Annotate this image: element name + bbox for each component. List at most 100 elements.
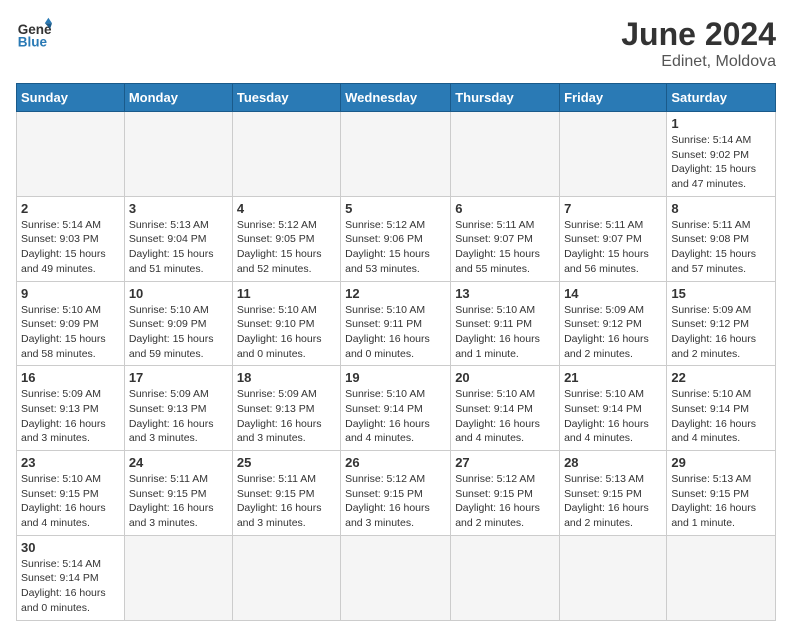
page-header: General Blue June 2024 Edinet, Moldova <box>16 16 776 71</box>
calendar-week-row: 23 Sunrise: 5:10 AMSunset: 9:15 PMDayligh… <box>17 451 776 536</box>
day-info: Sunrise: 5:11 AMSunset: 9:15 PMDaylight:… <box>129 472 228 531</box>
day-info: Sunrise: 5:13 AMSunset: 9:15 PMDaylight:… <box>671 472 771 531</box>
calendar-day-cell: 10 Sunrise: 5:10 AMSunset: 9:09 PMDayligh… <box>124 281 232 366</box>
day-info: Sunrise: 5:13 AMSunset: 9:15 PMDaylight:… <box>564 472 662 531</box>
day-number: 6 <box>455 201 555 216</box>
calendar-day-cell: 26Sunrise: 5:12 AMSunset: 9:15 PMDayligh… <box>341 451 451 536</box>
day-of-week-header: Friday <box>560 84 667 112</box>
calendar-day-cell: 18 Sunrise: 5:09 AMSunset: 9:13 PMDayligh… <box>232 366 340 451</box>
day-info: Sunrise: 5:10 AMSunset: 9:11 PMDaylight:… <box>345 303 446 362</box>
calendar-day-cell <box>560 112 667 197</box>
calendar-day-cell: 5 Sunrise: 5:12 AMSunset: 9:06 PMDaylight… <box>341 196 451 281</box>
day-info: Sunrise: 5:09 AMSunset: 9:13 PMDaylight:… <box>21 387 120 446</box>
day-number: 28 <box>564 455 662 470</box>
day-info: Sunrise: 5:14 AMSunset: 9:03 PMDaylight:… <box>21 218 120 277</box>
calendar-day-cell: 3 Sunrise: 5:13 AMSunset: 9:04 PMDaylight… <box>124 196 232 281</box>
day-number: 18 <box>237 370 336 385</box>
day-number: 24 <box>129 455 228 470</box>
day-number: 1 <box>671 116 771 131</box>
calendar-day-cell <box>341 112 451 197</box>
calendar-day-cell: 23 Sunrise: 5:10 AMSunset: 9:15 PMDayligh… <box>17 451 125 536</box>
day-info: Sunrise: 5:11 AMSunset: 9:07 PMDaylight:… <box>455 218 555 277</box>
calendar-header-row: SundayMondayTuesdayWednesdayThursdayFrid… <box>17 84 776 112</box>
day-info: Sunrise: 5:10 AMSunset: 9:14 PMDaylight:… <box>345 387 446 446</box>
calendar-day-cell: 13 Sunrise: 5:10 AMSunset: 9:11 PMDayligh… <box>451 281 560 366</box>
calendar-day-cell: 19 Sunrise: 5:10 AMSunset: 9:14 PMDayligh… <box>341 366 451 451</box>
day-info: Sunrise: 5:13 AMSunset: 9:04 PMDaylight:… <box>129 218 228 277</box>
calendar-day-cell <box>17 112 125 197</box>
day-number: 22 <box>671 370 771 385</box>
day-info: Sunrise: 5:10 AMSunset: 9:14 PMDaylight:… <box>564 387 662 446</box>
day-number: 23 <box>21 455 120 470</box>
day-info: Sunrise: 5:10 AMSunset: 9:10 PMDaylight:… <box>237 303 336 362</box>
day-number: 19 <box>345 370 446 385</box>
day-info: Sunrise: 5:10 AMSunset: 9:11 PMDaylight:… <box>455 303 555 362</box>
title-block: June 2024 Edinet, Moldova <box>621 16 776 71</box>
calendar-day-cell: 29 Sunrise: 5:13 AMSunset: 9:15 PMDayligh… <box>667 451 776 536</box>
calendar-day-cell: 16 Sunrise: 5:09 AMSunset: 9:13 PMDayligh… <box>17 366 125 451</box>
day-number: 13 <box>455 286 555 301</box>
calendar-day-cell <box>124 112 232 197</box>
day-number: 7 <box>564 201 662 216</box>
day-number: 4 <box>237 201 336 216</box>
calendar-day-cell: 21Sunrise: 5:10 AMSunset: 9:14 PMDayligh… <box>560 366 667 451</box>
calendar-week-row: 2Sunrise: 5:14 AMSunset: 9:03 PMDaylight… <box>17 196 776 281</box>
day-number: 25 <box>237 455 336 470</box>
day-number: 16 <box>21 370 120 385</box>
calendar-day-cell: 8 Sunrise: 5:11 AMSunset: 9:08 PMDaylight… <box>667 196 776 281</box>
calendar-week-row: 16 Sunrise: 5:09 AMSunset: 9:13 PMDayligh… <box>17 366 776 451</box>
day-info: Sunrise: 5:09 AMSunset: 9:12 PMDaylight:… <box>564 303 662 362</box>
calendar-day-cell: 1 Sunrise: 5:14 AMSunset: 9:02 PMDaylight… <box>667 112 776 197</box>
day-number: 15 <box>671 286 771 301</box>
calendar-day-cell: 30Sunrise: 5:14 AMSunset: 9:14 PMDayligh… <box>17 535 125 620</box>
day-number: 27 <box>455 455 555 470</box>
day-info: Sunrise: 5:14 AMSunset: 9:02 PMDaylight:… <box>671 133 771 192</box>
calendar-day-cell: 17Sunrise: 5:09 AMSunset: 9:13 PMDayligh… <box>124 366 232 451</box>
calendar-day-cell <box>451 112 560 197</box>
calendar-day-cell: 12 Sunrise: 5:10 AMSunset: 9:11 PMDayligh… <box>341 281 451 366</box>
calendar-day-cell <box>667 535 776 620</box>
calendar-day-cell <box>232 112 340 197</box>
calendar-day-cell: 24 Sunrise: 5:11 AMSunset: 9:15 PMDayligh… <box>124 451 232 536</box>
calendar-week-row: 30Sunrise: 5:14 AMSunset: 9:14 PMDayligh… <box>17 535 776 620</box>
day-info: Sunrise: 5:10 AMSunset: 9:09 PMDaylight:… <box>21 303 120 362</box>
calendar-table: SundayMondayTuesdayWednesdayThursdayFrid… <box>16 83 776 621</box>
logo-icon: General Blue <box>16 16 52 52</box>
month-title: June 2024 <box>621 16 776 53</box>
day-number: 5 <box>345 201 446 216</box>
day-number: 12 <box>345 286 446 301</box>
calendar-week-row: 9 Sunrise: 5:10 AMSunset: 9:09 PMDaylight… <box>17 281 776 366</box>
day-info: Sunrise: 5:09 AMSunset: 9:13 PMDaylight:… <box>129 387 228 446</box>
day-of-week-header: Tuesday <box>232 84 340 112</box>
day-info: Sunrise: 5:12 AMSunset: 9:15 PMDaylight:… <box>345 472 446 531</box>
day-info: Sunrise: 5:11 AMSunset: 9:07 PMDaylight:… <box>564 218 662 277</box>
day-of-week-header: Thursday <box>451 84 560 112</box>
calendar-day-cell: 9 Sunrise: 5:10 AMSunset: 9:09 PMDaylight… <box>17 281 125 366</box>
calendar-day-cell <box>341 535 451 620</box>
day-info: Sunrise: 5:12 AMSunset: 9:05 PMDaylight:… <box>237 218 336 277</box>
day-of-week-header: Monday <box>124 84 232 112</box>
calendar-day-cell <box>451 535 560 620</box>
day-of-week-header: Saturday <box>667 84 776 112</box>
day-info: Sunrise: 5:14 AMSunset: 9:14 PMDaylight:… <box>21 557 120 616</box>
day-number: 10 <box>129 286 228 301</box>
calendar-day-cell: 2Sunrise: 5:14 AMSunset: 9:03 PMDaylight… <box>17 196 125 281</box>
day-number: 9 <box>21 286 120 301</box>
day-info: Sunrise: 5:10 AMSunset: 9:09 PMDaylight:… <box>129 303 228 362</box>
day-info: Sunrise: 5:10 AMSunset: 9:15 PMDaylight:… <box>21 472 120 531</box>
day-info: Sunrise: 5:10 AMSunset: 9:14 PMDaylight:… <box>455 387 555 446</box>
day-info: Sunrise: 5:12 AMSunset: 9:06 PMDaylight:… <box>345 218 446 277</box>
calendar-day-cell: 22Sunrise: 5:10 AMSunset: 9:14 PMDayligh… <box>667 366 776 451</box>
calendar-day-cell <box>232 535 340 620</box>
calendar-day-cell <box>124 535 232 620</box>
day-number: 29 <box>671 455 771 470</box>
day-number: 14 <box>564 286 662 301</box>
calendar-day-cell: 7 Sunrise: 5:11 AMSunset: 9:07 PMDaylight… <box>560 196 667 281</box>
svg-text:Blue: Blue <box>18 35 48 50</box>
day-number: 8 <box>671 201 771 216</box>
calendar-day-cell <box>560 535 667 620</box>
day-number: 3 <box>129 201 228 216</box>
day-info: Sunrise: 5:11 AMSunset: 9:15 PMDaylight:… <box>237 472 336 531</box>
day-info: Sunrise: 5:11 AMSunset: 9:08 PMDaylight:… <box>671 218 771 277</box>
day-info: Sunrise: 5:09 AMSunset: 9:13 PMDaylight:… <box>237 387 336 446</box>
